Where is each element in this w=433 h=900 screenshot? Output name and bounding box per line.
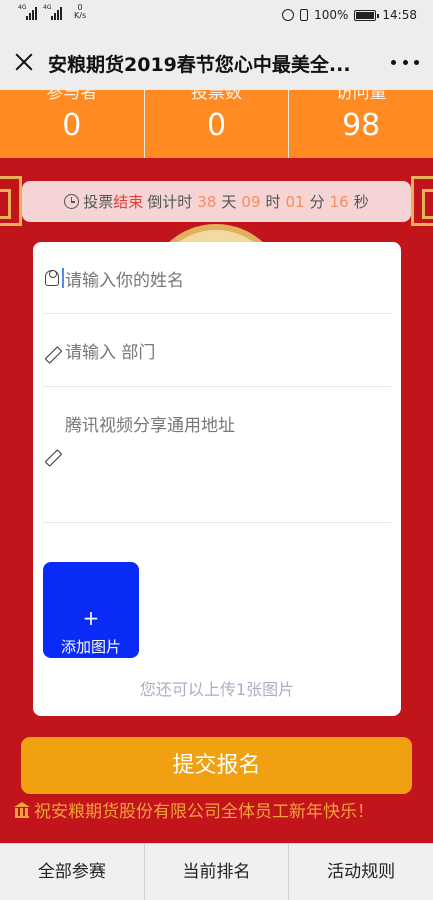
- signal-icon: 4G: [43, 4, 62, 20]
- countdown-prefix: 投票: [83, 193, 114, 211]
- countdown-status: 结束: [113, 193, 144, 211]
- fretwork-ornament-left: [0, 176, 22, 226]
- video-url-field[interactable]: 腾讯视频分享通用地址: [43, 387, 391, 523]
- clock-time: 14:58: [382, 8, 417, 22]
- greeting-text: 祝安粮期货股份有限公司全体员工新年快乐！: [34, 802, 374, 822]
- person-icon: [45, 270, 59, 286]
- signal-icon: 4G: [18, 4, 37, 20]
- countdown-hours: 09: [239, 192, 263, 211]
- stat-participants: 参与者 0: [0, 90, 144, 158]
- countdown-seconds-unit: 秒: [353, 193, 369, 211]
- video-url-placeholder: 腾讯视频分享通用地址: [65, 416, 235, 436]
- pencil-icon: [45, 348, 59, 364]
- countdown-banner: 投票 结束 倒计时 38 天 09 时 01 分 16 秒: [22, 181, 411, 222]
- stat-label: 投票数: [191, 90, 242, 103]
- text-caret: [62, 268, 64, 288]
- upload-hint: 您还可以上传1张图片: [139, 680, 295, 699]
- battery-fill: [356, 11, 375, 19]
- tab-activity-rules[interactable]: 活动规则: [288, 844, 433, 900]
- tab-all-entries[interactable]: 全部参赛: [0, 844, 144, 900]
- alarm-icon: [282, 9, 295, 21]
- vibrate-icon: [300, 9, 309, 21]
- clock-icon: [64, 194, 80, 209]
- add-image-button[interactable]: + 添加图片: [43, 562, 139, 658]
- stat-label: 访问量: [335, 90, 387, 103]
- battery-icon: [354, 9, 380, 21]
- fretwork-ornament-right: [411, 176, 433, 226]
- bottom-nav: 全部参赛 当前排名 活动规则: [0, 843, 433, 900]
- status-bar-left: 4G 4G 0 K/s: [18, 4, 86, 20]
- status-bar-right: 100% 14:58: [282, 8, 417, 22]
- countdown-days-unit: 天: [221, 193, 237, 211]
- bank-icon: [14, 802, 31, 818]
- pencil-icon: [45, 451, 59, 467]
- name-placeholder: 请输入你的姓名: [65, 271, 184, 291]
- network-speed-unit: K/s: [74, 11, 87, 20]
- add-image-label: 添加图片: [60, 638, 121, 656]
- stat-votes: 投票数 0: [143, 90, 289, 158]
- more-menu-icon[interactable]: [391, 52, 419, 72]
- submit-signup-button[interactable]: 提交报名: [21, 737, 412, 794]
- countdown-minutes: 01: [283, 192, 307, 211]
- countdown-minutes-unit: 分: [309, 193, 325, 211]
- tab-current-ranking[interactable]: 当前排名: [143, 844, 289, 900]
- department-field[interactable]: 请输入 部门: [43, 314, 391, 387]
- stat-label: 参与者: [46, 90, 98, 103]
- stat-visits: 访问量 98: [288, 90, 433, 158]
- countdown-middle: 倒计时: [147, 193, 193, 211]
- countdown-hours-unit: 时: [265, 193, 281, 211]
- status-bar: 4G 4G 0 K/s 100% 14:58: [0, 0, 433, 34]
- title-bar: 安粮期货2019春节您心中最美全...: [0, 34, 433, 90]
- name-field[interactable]: 请输入你的姓名: [43, 242, 391, 314]
- signup-form-card: 请输入你的姓名 请输入 部门 腾讯视频分享通用地址 + 添加图片 您还可以上传1…: [33, 242, 401, 716]
- greeting-banner: 祝安粮期货股份有限公司全体员工新年快乐！: [14, 797, 374, 822]
- network-type-1: 4G: [18, 4, 27, 11]
- stats-bar: 参与者 0 投票数 0 访问量 98: [0, 90, 433, 158]
- battery-percent: 100%: [314, 8, 349, 22]
- countdown-seconds: 16: [327, 192, 351, 211]
- page-title: 安粮期货2019春节您心中最美全...: [48, 54, 351, 76]
- close-icon[interactable]: [10, 48, 38, 76]
- countdown-days: 38: [195, 192, 219, 211]
- stat-value: 0: [206, 108, 227, 143]
- stat-value: 0: [62, 108, 82, 143]
- stat-value: 98: [342, 108, 381, 143]
- network-type-2: 4G: [43, 4, 52, 11]
- plus-icon: +: [82, 606, 100, 630]
- department-placeholder: 请输入 部门: [65, 343, 156, 363]
- network-speed: 0 K/s: [74, 4, 86, 20]
